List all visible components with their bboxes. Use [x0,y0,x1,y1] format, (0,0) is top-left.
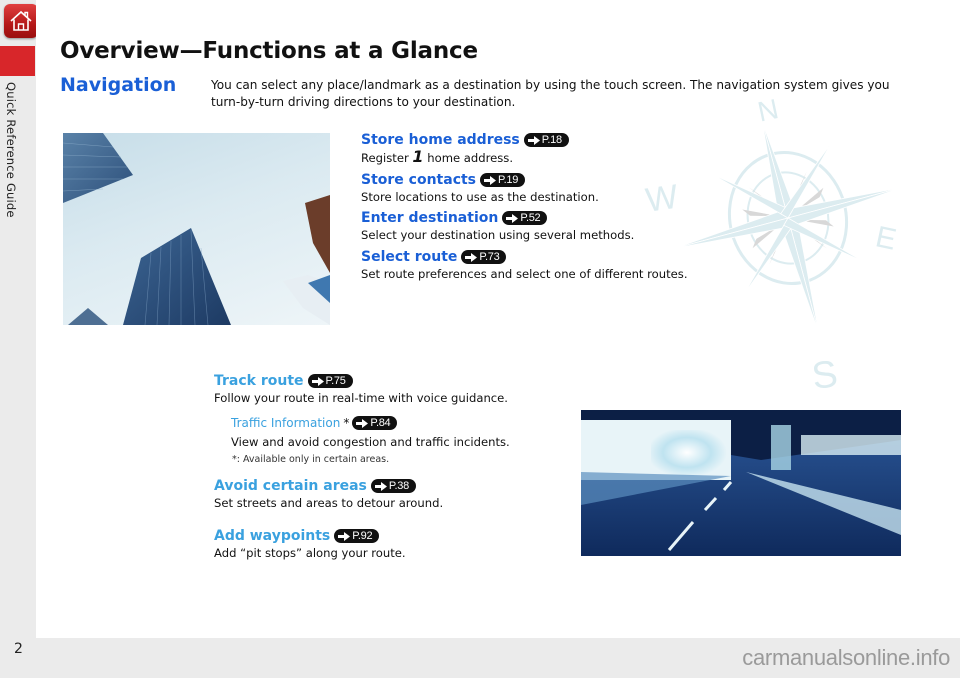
sidebar: Quick Reference Guide [0,0,38,678]
feature-select-route: Select route P.73 Set route preferences … [361,248,688,282]
section-tab-marker [0,46,35,76]
footnote: *: Available only in certain areas. [232,454,390,465]
page-number: 2 [14,641,23,657]
sidebar-section-label: Quick Reference Guide [4,82,18,218]
feature-enter-destination: Enter destination P.52 Select your desti… [361,209,634,243]
compass-rose-illustration: N W E S [643,93,903,390]
compass-s-label: S [809,353,840,390]
home-button[interactable] [4,4,38,38]
feature-title: Store home address [361,132,520,148]
sub-feature-title: Traffic Information [231,416,341,430]
arrow-right-icon [506,213,519,223]
feature-title: Select route [361,249,458,265]
feature-title: Track route [214,373,304,389]
section-heading: Navigation [60,74,177,96]
page-title: Overview—Functions at a Glance [60,38,478,64]
feature-store-home-address: Store home address P.18 Register 1 home … [361,131,569,166]
arrow-right-icon [338,531,351,541]
page-reference-link[interactable]: P.18 [523,133,569,147]
arrow-right-icon [527,135,540,145]
feature-title: Store contacts [361,172,477,188]
arrow-right-icon [356,418,369,428]
availability-asterisk: * [343,416,350,430]
feature-avoid-certain-areas: Avoid certain areas P.38 Set streets and… [214,477,443,511]
page-reference-link[interactable]: P.84 [352,416,398,430]
feature-description: Follow your route in real-time with voic… [214,391,508,405]
sub-feature-traffic-information: Traffic Information * P.84 View and avoid… [231,415,510,450]
arrow-right-icon [374,481,387,491]
page-reference-link[interactable]: P.38 [370,479,416,493]
compass-w-label: W [643,178,680,220]
feature-description: Select your destination using several me… [361,228,635,242]
feature-store-contacts: Store contacts P.19 Store locations to u… [361,171,599,205]
sub-feature-description: View and avoid congestion and traffic in… [231,435,510,449]
feature-title: Add waypoints [214,528,331,544]
home-icon [10,10,32,31]
feature-description: Set streets and areas to detour around. [214,496,444,510]
city-skyline-photo [63,133,330,325]
highway-tunnel-photo [581,410,901,556]
feature-track-route: Track route P.75 Follow your route in re… [214,372,508,406]
page-reference-link[interactable]: P.52 [502,211,548,225]
feature-add-waypoints: Add waypoints P.92 Add “pit stops” along… [214,527,406,561]
page-reference-link[interactable]: P.92 [334,529,380,543]
compass-n-label: N [755,93,781,128]
page-reference-link[interactable]: P.75 [307,374,353,388]
page-reference-link[interactable]: P.19 [480,173,526,187]
arrow-right-icon [311,376,324,386]
watermark: carmanualsonline.info [742,645,950,670]
compass-e-label: E [873,220,899,256]
feature-title: Enter destination [361,210,499,226]
arrow-right-icon [484,175,497,185]
arrow-right-icon [465,252,478,262]
feature-title: Avoid certain areas [214,478,367,494]
feature-description: Register 1 home address. [361,147,514,166]
feature-description: Set route preferences and select one of … [361,267,688,281]
feature-description: Add “pit stops” along your route. [214,546,406,560]
page-reference-link[interactable]: P.73 [461,250,507,264]
feature-description: Store locations to use as the destinatio… [361,190,599,204]
